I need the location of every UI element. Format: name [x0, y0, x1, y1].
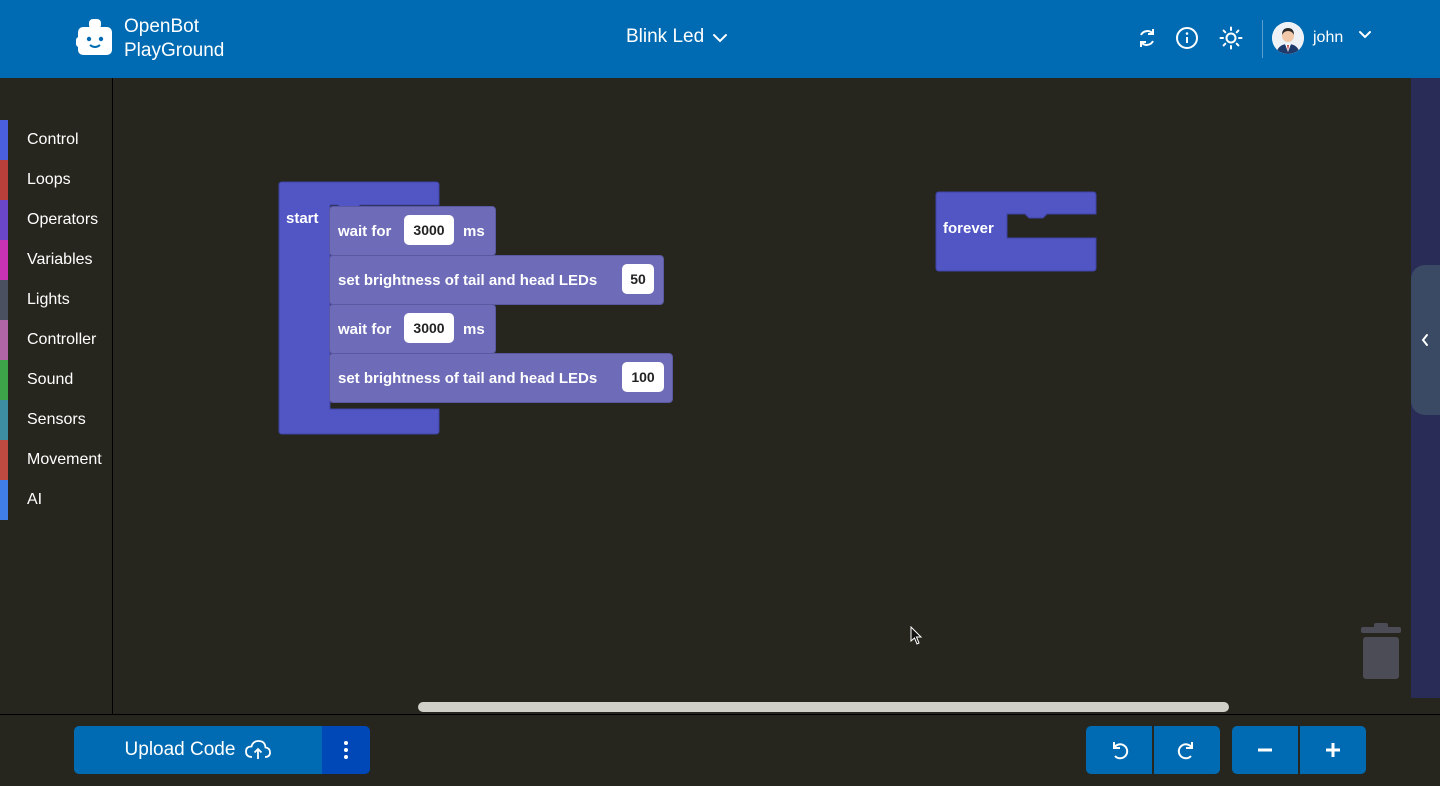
upload-options-button[interactable]: [322, 726, 370, 774]
category-color-bar: [0, 120, 8, 160]
wait-for-block[interactable]: wait for 3000 ms: [329, 206, 496, 256]
header-divider: [1262, 20, 1263, 58]
category-sensors[interactable]: Sensors: [0, 400, 112, 440]
more-vertical-icon: [344, 741, 348, 759]
block-suffix: ms: [463, 321, 485, 338]
category-label: Movement: [27, 451, 102, 468]
start-block-label: start: [286, 210, 319, 227]
forever-block-label: forever: [943, 220, 994, 237]
wait-duration-field[interactable]: 3000: [404, 313, 454, 343]
category-label: Controller: [27, 331, 97, 348]
category-color-bar: [0, 480, 8, 520]
info-icon[interactable]: [1175, 26, 1199, 50]
redo-button[interactable]: [1154, 726, 1220, 774]
avatar[interactable]: [1272, 22, 1304, 54]
username[interactable]: john: [1313, 29, 1343, 47]
wait-duration-field[interactable]: 3000: [404, 215, 454, 245]
brightness-value-field[interactable]: 50: [622, 264, 654, 294]
mouse-cursor-icon: [910, 626, 923, 645]
category-toolbox: Control Loops Operators Variables Lights…: [0, 78, 113, 714]
chevron-left-icon: [1421, 334, 1428, 346]
puzzle-robot-logo-icon: [76, 19, 112, 55]
redo-icon: [1177, 742, 1193, 760]
set-brightness-block[interactable]: set brightness of tail and head LEDs 50: [329, 255, 664, 305]
category-variables[interactable]: Variables: [0, 240, 112, 280]
zoom-in-icon: [1326, 743, 1340, 757]
user-avatar-icon: [1272, 22, 1304, 54]
brightness-value-field[interactable]: 100: [622, 362, 664, 392]
category-color-bar: [0, 440, 8, 480]
refresh-icon[interactable]: [1135, 26, 1159, 50]
toggle-panel-button[interactable]: [1411, 265, 1440, 415]
set-brightness-block[interactable]: set brightness of tail and head LEDs 100: [329, 353, 673, 403]
category-label: Variables: [27, 251, 93, 268]
category-sound[interactable]: Sound: [0, 360, 112, 400]
category-color-bar: [0, 280, 8, 320]
block-text: wait for: [338, 223, 392, 240]
category-label: Lights: [27, 291, 70, 308]
category-color-bar: [0, 160, 8, 200]
category-label: Operators: [27, 211, 99, 228]
project-name: Blink Led: [626, 26, 705, 47]
category-color-bar: [0, 200, 8, 240]
category-label: Control: [27, 131, 79, 148]
zoom-in-button[interactable]: [1300, 726, 1366, 774]
app-header: OpenBot PlayGround Blink Led john: [0, 0, 1440, 78]
category-label: Sensors: [27, 411, 86, 428]
brand-name: OpenBot PlayGround: [124, 15, 224, 63]
chevron-down-icon[interactable]: [1358, 30, 1372, 40]
wait-for-block[interactable]: wait for 3000 ms: [329, 304, 496, 354]
chevron-down-icon: [713, 34, 728, 43]
block-text: set brightness of tail and head LEDs: [338, 272, 598, 289]
category-operators[interactable]: Operators: [0, 200, 112, 240]
category-label: Loops: [27, 171, 71, 188]
undo-icon: [1113, 742, 1129, 760]
theme-sun-icon[interactable]: [1219, 26, 1243, 50]
category-label: Sound: [27, 371, 74, 388]
block-suffix: ms: [463, 223, 485, 240]
upload-code-label: Upload Code: [124, 739, 236, 760]
block-text: wait for: [338, 321, 392, 338]
category-loops[interactable]: Loops: [0, 160, 112, 200]
category-ai[interactable]: AI: [0, 480, 112, 520]
project-name-dropdown[interactable]: Blink Led: [626, 26, 728, 48]
category-lights[interactable]: Lights: [0, 280, 112, 320]
category-color-bar: [0, 240, 8, 280]
category-control[interactable]: Control: [0, 120, 112, 160]
category-color-bar: [0, 400, 8, 440]
zoom-out-icon: [1258, 748, 1272, 752]
brand-line-2: PlayGround: [124, 40, 225, 61]
category-controller[interactable]: Controller: [0, 320, 112, 360]
upload-code-button[interactable]: Upload Code: [74, 726, 322, 774]
category-label: AI: [27, 491, 43, 508]
zoom-out-button[interactable]: [1232, 726, 1298, 774]
block-text: set brightness of tail and head LEDs: [338, 370, 598, 387]
horizontal-scrollbar[interactable]: [418, 702, 1229, 712]
category-color-bar: [0, 360, 8, 400]
undo-button[interactable]: [1086, 726, 1152, 774]
trash-icon[interactable]: [1359, 623, 1403, 681]
category-color-bar: [0, 320, 8, 360]
brand-line-1: OpenBot: [124, 16, 199, 37]
category-movement[interactable]: Movement: [0, 440, 112, 480]
cloud-upload-icon: [245, 740, 272, 759]
